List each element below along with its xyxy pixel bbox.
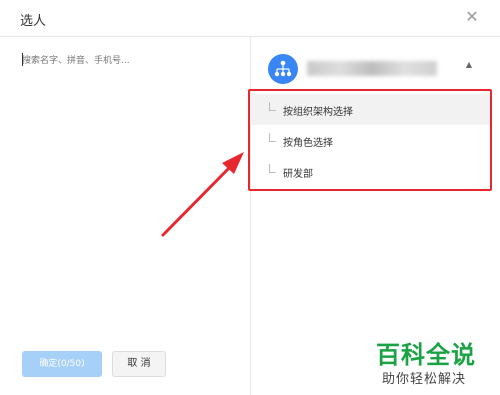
selected-people-pane [0,37,250,395]
text-cursor [22,53,23,66]
option-label: 按角色选择 [283,138,333,149]
tree-branch-icon [269,102,276,111]
tree-branch-icon [269,164,276,173]
org-name-blurred [307,61,437,76]
dialog-header: 选人 ✕ [0,0,500,37]
watermark-title: 百科全说 [376,341,476,369]
cancel-button[interactable]: 取 消 [112,351,166,377]
option-by-role[interactable]: 按角色选择 [250,125,492,156]
watermark-subtitle: 助你轻松解决 [382,372,467,387]
dialog-title: 选人 [20,14,47,29]
pane-divider [250,37,251,395]
option-label: 研发部 [283,169,313,180]
confirm-button[interactable]: 确定(0/50) [22,351,102,377]
option-by-org-structure[interactable]: 按组织架构选择 [250,94,492,125]
search-input[interactable] [22,54,232,68]
org-chart-icon [268,54,298,84]
select-people-dialog: 选人 ✕ 确定(0/50) 取 消 ▲ 按组织架构选择 按角色选择 [0,0,500,395]
option-rd-department[interactable]: 研发部 [250,156,492,187]
caret-up-icon[interactable]: ▲ [464,60,474,70]
tree-branch-icon [269,133,276,142]
close-icon[interactable]: ✕ [464,9,480,25]
option-label: 按组织架构选择 [283,107,353,118]
